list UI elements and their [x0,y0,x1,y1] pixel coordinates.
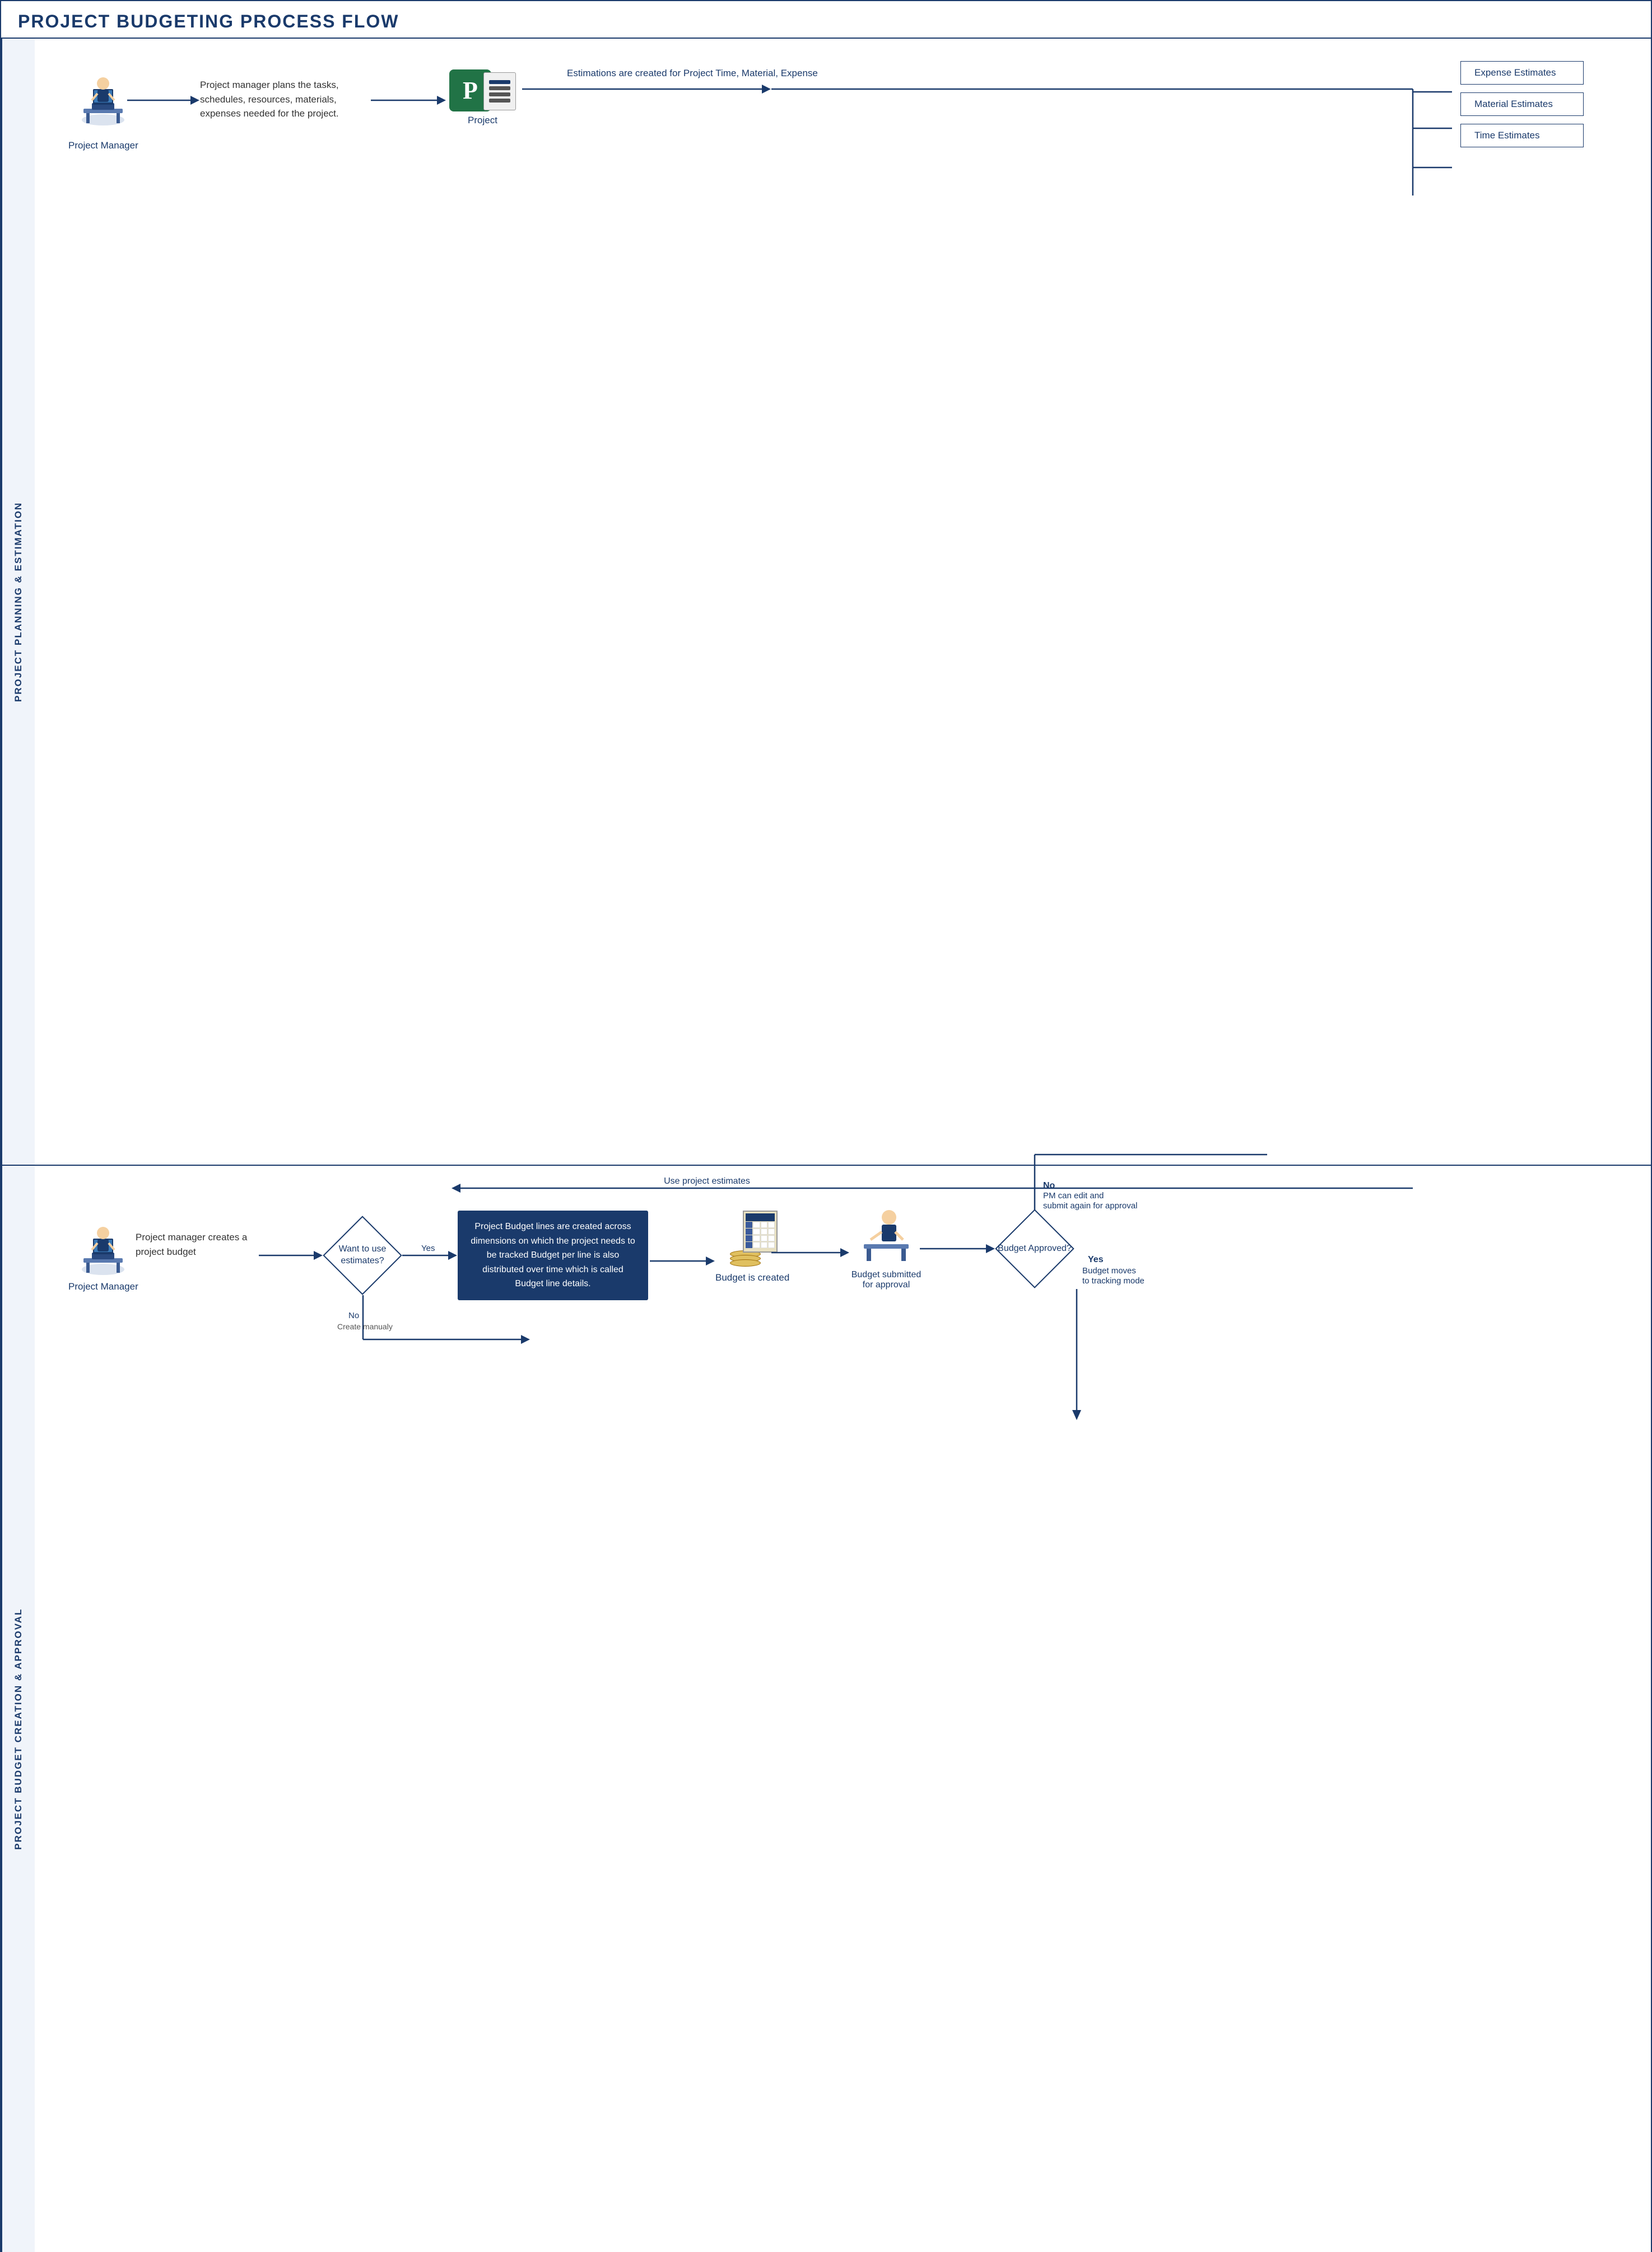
svg-text:Yes: Yes [1088,1255,1104,1264]
l1-actor: Project Manager [68,72,138,151]
l1-arrow1 [35,39,1651,1165]
l2-actor-label: Project Manager [68,1281,138,1292]
l2-submitted-label: Budget submitted for approval [850,1270,923,1290]
svg-text:Create manualy: Create manualy [337,1322,393,1331]
lane2-inner: Use project estimates [35,1166,1651,2252]
l1-arrow2 [35,39,1651,1165]
time-estimate-box: Time Estimates [1460,124,1584,147]
svg-text:No: No [1043,1181,1055,1190]
material-estimate-box: Material Estimates [1460,92,1584,116]
l2-diamond: Want to use estimates? [323,1216,402,1295]
l2-arrow-yes: Yes No Create manualy [35,1166,1651,2252]
l2-arrow2 [35,1166,1651,2252]
lane1-inner: Project Manager Project manager plans th… [35,39,1651,1165]
l1-actor-label: Project Manager [68,140,138,151]
svg-text:PM can edit and: PM can edit and [1043,1191,1104,1201]
l2-budget-created-label: Budget is created [715,1272,789,1283]
l2-no-arrow: No PM can edit and submit again for appr… [35,1166,1651,2252]
l1-estim-text: Estimations are created for Project Time… [567,67,818,80]
page: PROJECT BUDGETING PROCESS FLOW PROJECT P… [0,0,1652,2252]
svg-text:Yes: Yes [421,1244,435,1253]
expense-estimate-box: Expense Estimates [1460,61,1584,85]
lane-label-planning: PROJECT PLANNING & ESTIMATION [1,39,35,1165]
l2-actor: Project Manager [68,1222,138,1292]
l1-person-icon [75,72,131,137]
l1-project-icon: P Project [449,69,516,126]
svg-text:Budget moves: Budget moves [1082,1266,1136,1276]
svg-text:to tracking mode: to tracking mode [1082,1276,1144,1286]
flow-container: PROJECT PLANNING & ESTIMATION [1,39,1651,2252]
l1-arrow3 [35,39,1651,1165]
svg-text:Use project estimates: Use project estimates [664,1176,750,1186]
l2-budget-created: Budget is created [715,1211,789,1283]
l2-arrow1 [35,1166,1651,2252]
l1-desc: Project manager plans the tasks, schedul… [200,78,357,121]
lane-planning: PROJECT PLANNING & ESTIMATION [1,39,1651,1166]
svg-text:No: No [348,1311,359,1320]
page-title: PROJECT BUDGETING PROCESS FLOW [1,1,1651,39]
l2-arrow3 [35,1166,1651,2252]
l2-arrow4 [35,1166,1651,2252]
l2-use-estimates-arrow: Use project estimates [35,1166,1651,2252]
l1-estimates-lines [35,39,1651,1165]
l2-budget-box: Project Budget lines are created across … [458,1211,648,1300]
l2-creates-text: Project manager creates a project budget [136,1230,253,1259]
l2-submitted: Budget submitted for approval [850,1205,923,1290]
l1-estimates: Expense Estimates Material Estimates Tim… [1460,61,1584,147]
l1-project-label: Project [468,115,497,126]
l2-diamond2: Budget Approved? [995,1209,1074,1288]
lane-creation: PROJECT BUDGET CREATION & APPROVAL Use p… [1,1166,1651,2252]
lane-label-creation: PROJECT BUDGET CREATION & APPROVAL [1,1166,35,2252]
